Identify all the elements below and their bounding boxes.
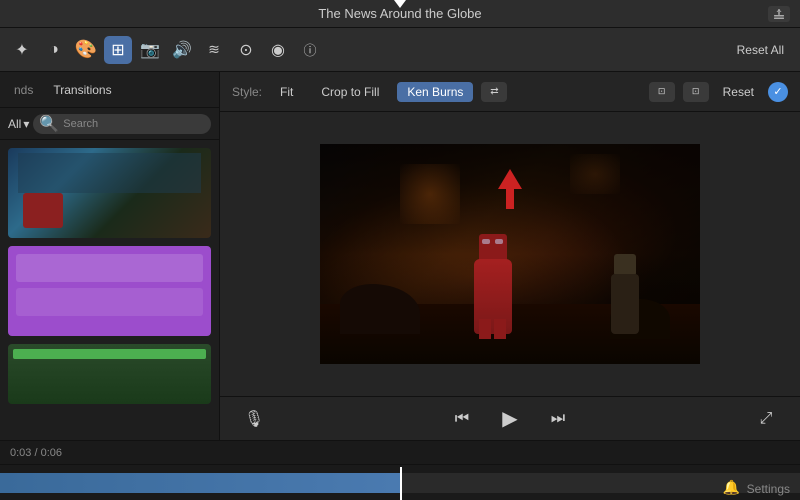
- all-filter[interactable]: All ▾: [8, 117, 29, 131]
- media-item[interactable]: [8, 246, 211, 336]
- camera-icon[interactable]: 📷: [136, 36, 164, 64]
- arrow-stem: [506, 189, 514, 209]
- video-preview: [220, 112, 800, 396]
- crop-to-fill-button[interactable]: Crop to Fill: [311, 82, 389, 102]
- arrow-indicator: [498, 169, 522, 209]
- fit-button[interactable]: Fit: [270, 82, 303, 102]
- sidebar-tabs: nds Transitions: [0, 72, 219, 108]
- fullscreen-button[interactable]: ⤢: [752, 405, 780, 433]
- reset-all-button[interactable]: Reset All: [729, 39, 792, 61]
- stabilize-icon[interactable]: ⊙: [232, 36, 260, 64]
- search-bar: All ▾ 🔍 Search: [0, 108, 219, 140]
- info-icon[interactable]: ⓘ: [296, 36, 324, 64]
- timeline-track[interactable]: 🔔 Settings: [0, 465, 800, 500]
- tab-sounds[interactable]: nds: [8, 79, 39, 101]
- confirm-button[interactable]: ✓: [768, 82, 788, 102]
- magic-wand-icon[interactable]: ✦: [8, 36, 36, 64]
- prev-button[interactable]: ⏮: [448, 405, 476, 433]
- timeline: 0:03 / 0:06 🔔 Settings: [0, 440, 800, 500]
- speed-icon[interactable]: ≋: [200, 36, 228, 64]
- search-box[interactable]: 🔍 Search: [33, 114, 211, 134]
- settings-button[interactable]: Settings: [747, 482, 790, 496]
- search-placeholder: Search: [63, 118, 98, 130]
- style-bar: Style: Fit Crop to Fill Ken Burns ⇄ ⊡ ⊡ …: [220, 72, 800, 112]
- swap-icon[interactable]: ⇄: [481, 82, 507, 102]
- media-item[interactable]: [8, 148, 211, 238]
- export-button[interactable]: [768, 6, 790, 22]
- ken-burns-button[interactable]: Ken Burns: [397, 82, 473, 102]
- timeline-fill: [0, 473, 400, 493]
- color-wheel-icon[interactable]: 🎨: [72, 36, 100, 64]
- fit-icon[interactable]: ⊡: [649, 82, 675, 102]
- playback-controls: 🎙 ⏮ ▶ ⏭ ⤢: [220, 396, 800, 440]
- crop-icon-small[interactable]: ⊡: [683, 82, 709, 102]
- mic-button[interactable]: 🎙: [240, 405, 268, 433]
- play-button[interactable]: ▶: [496, 405, 524, 433]
- reset-button[interactable]: Reset: [717, 83, 760, 101]
- arrow-up: [498, 169, 522, 189]
- 360-icon[interactable]: ◉: [264, 36, 292, 64]
- sidebar-content: [0, 140, 219, 440]
- timeline-playhead[interactable]: [400, 467, 402, 500]
- media-item[interactable]: [8, 344, 211, 404]
- tab-transitions[interactable]: Transitions: [47, 79, 117, 101]
- style-label: Style:: [232, 85, 262, 99]
- next-button[interactable]: ⏭: [544, 405, 572, 433]
- volume-icon[interactable]: 🔔: [723, 479, 740, 496]
- color-balance-icon[interactable]: ◑: [40, 36, 68, 64]
- sidebar: nds Transitions All ▾ 🔍 Search: [0, 72, 220, 440]
- timeline-header: 0:03 / 0:06: [0, 441, 800, 465]
- window-title: The News Around the Globe: [318, 6, 481, 21]
- crop-icon[interactable]: ⊞: [104, 36, 132, 64]
- main-content: nds Transitions All ▾ 🔍 Search Style: Fi…: [0, 72, 800, 440]
- search-icon: 🔍: [39, 114, 59, 134]
- video-frame: [320, 144, 700, 364]
- playhead-marker: [394, 0, 406, 8]
- current-time: 0:03 / 0:06: [10, 447, 62, 459]
- export-icon: [773, 8, 785, 20]
- toolbar: ✦ ◑ 🎨 ⊞ 📷 🔊 ≋ ⊙ ◉ ⓘ Reset All: [0, 28, 800, 72]
- audio-icon[interactable]: 🔊: [168, 36, 196, 64]
- right-panel: Style: Fit Crop to Fill Ken Burns ⇄ ⊡ ⊡ …: [220, 72, 800, 440]
